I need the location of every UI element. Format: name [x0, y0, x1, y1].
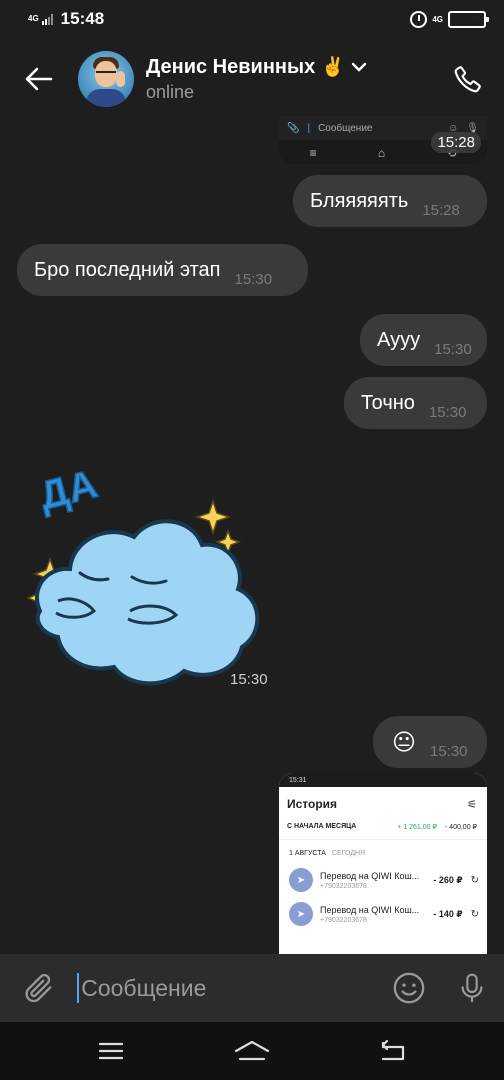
outgoing-message[interactable]: Бляяяяять 15:28 [293, 175, 487, 227]
call-button[interactable] [432, 38, 504, 120]
back-button[interactable] [0, 38, 78, 120]
message-time: 15:28 [422, 201, 460, 219]
arrow-left-icon [25, 67, 53, 91]
phone-icon [454, 66, 481, 93]
message-time: 15:30 [234, 270, 273, 288]
qiwi-income: + 1 261,00 ₽ [397, 824, 437, 831]
message-input[interactable] [79, 968, 378, 1008]
message-time: 15:30 [428, 403, 467, 421]
message-text: Точно [361, 391, 415, 414]
screenshot-input-placeholder: Сообщение [318, 122, 373, 134]
status-bar: 4G 15:48 4G 80 [0, 0, 504, 38]
repeat-icon: ↻ [470, 874, 479, 886]
battery-icon: 80 [448, 10, 489, 28]
paper-plane-icon: ➤ [289, 902, 313, 926]
tx-phone: +79032203678 [320, 916, 367, 924]
tx-name: Перевод на QIWI Кош... [320, 904, 420, 915]
contact-status: online [146, 82, 195, 102]
clock: 15:48 [60, 9, 105, 28]
attach-button[interactable] [0, 954, 77, 1022]
sticker-cloud-da[interactable]: ДА [20, 461, 270, 691]
incoming-message[interactable]: Бро последний этап 15:30 [17, 244, 308, 296]
home-button[interactable] [222, 1026, 282, 1076]
emoji-message: 😐 [392, 728, 416, 755]
alarm-icon [410, 10, 428, 28]
qiwi-outcome: - 400,00 ₽ [444, 824, 477, 831]
message-text: Аууу [377, 328, 421, 351]
tx-name: Перевод на QIWI Кош... [320, 870, 420, 881]
message-time: 15:30 [230, 671, 268, 688]
home-icon: ⌂ [377, 146, 386, 160]
sticker-word: ДА [35, 462, 101, 519]
microphone-icon [461, 973, 483, 1003]
emoji-button[interactable] [377, 954, 440, 1022]
back-nav-button[interactable] [363, 1026, 423, 1076]
network-type-secondary: 4G [432, 14, 443, 24]
paperclip-icon: 📎 [287, 122, 300, 134]
contact-emoji: ✌️ [321, 57, 345, 78]
menu-icon: ≡ [309, 146, 317, 160]
outgoing-message[interactable]: Аууу 15:30 [360, 314, 487, 366]
qiwi-month-label: С НАЧАЛА МЕСЯЦА [287, 823, 357, 830]
smiley-icon [393, 972, 425, 1004]
message-time: 15:30 [434, 340, 472, 358]
image-message-screenshot[interactable]: 📎 | Сообщение ☺ 🎙 ≡ ⌂ ⟲ 15:28 [279, 116, 487, 164]
message-text: Бляяяяять [310, 189, 409, 212]
message-composer [0, 954, 504, 1022]
signal-icon [41, 13, 53, 25]
image-message-qiwi-history[interactable]: 15:31 История ⚟ С НАЧАЛА МЕСЯЦА + 1 261,… [279, 773, 487, 954]
outgoing-message[interactable]: Точно 15:30 [344, 377, 487, 429]
chevron-down-icon[interactable] [351, 62, 367, 72]
qiwi-transaction: ➤ Перевод на QIWI Кош... +79032203678 - … [279, 897, 487, 931]
battery-level: 80 [471, 13, 484, 25]
chat-header: Денис Невинных ✌️ online [0, 38, 504, 120]
filter-icon: ⚟ [467, 798, 477, 811]
qiwi-transaction: ➤ Перевод на QIWI Кош... +79032203678 - … [279, 863, 487, 897]
message-time: 15:30 [429, 742, 468, 760]
qiwi-title: История [287, 797, 338, 811]
repeat-icon: ↻ [470, 908, 479, 920]
back-nav-icon [382, 1039, 405, 1061]
paper-plane-icon: ➤ [289, 868, 313, 892]
recents-button[interactable] [81, 1026, 141, 1076]
mic-button[interactable] [441, 954, 504, 1022]
qiwi-date: 1 АВГУСТА [289, 850, 326, 857]
home-icon [234, 1040, 270, 1061]
message-list[interactable]: 📎 | Сообщение ☺ 🎙 ≡ ⌂ ⟲ 15:28 Бляяяяять … [0, 116, 504, 954]
menu-icon [98, 1042, 123, 1060]
network-type: 4G [28, 14, 39, 23]
outgoing-message[interactable]: 😐 15:30 [373, 716, 487, 768]
avatar[interactable] [78, 51, 134, 107]
qiwi-date-sub: СЕГОДНЯ [331, 850, 366, 857]
tx-amount: - 260 ₽ [433, 874, 463, 885]
screenshot-status-time: 15:31 [289, 776, 307, 784]
system-nav-bar [0, 1022, 504, 1080]
contact-name: Денис Невинных [146, 55, 316, 78]
message-text: Бро последний этап [34, 258, 221, 281]
contact-info[interactable]: Денис Невинных ✌️ online [146, 55, 432, 103]
paperclip-icon [25, 974, 52, 1003]
message-time: 15:28 [431, 132, 481, 153]
tx-amount: - 140 ₽ [433, 908, 463, 919]
tx-phone: +79032203678 [320, 882, 367, 890]
